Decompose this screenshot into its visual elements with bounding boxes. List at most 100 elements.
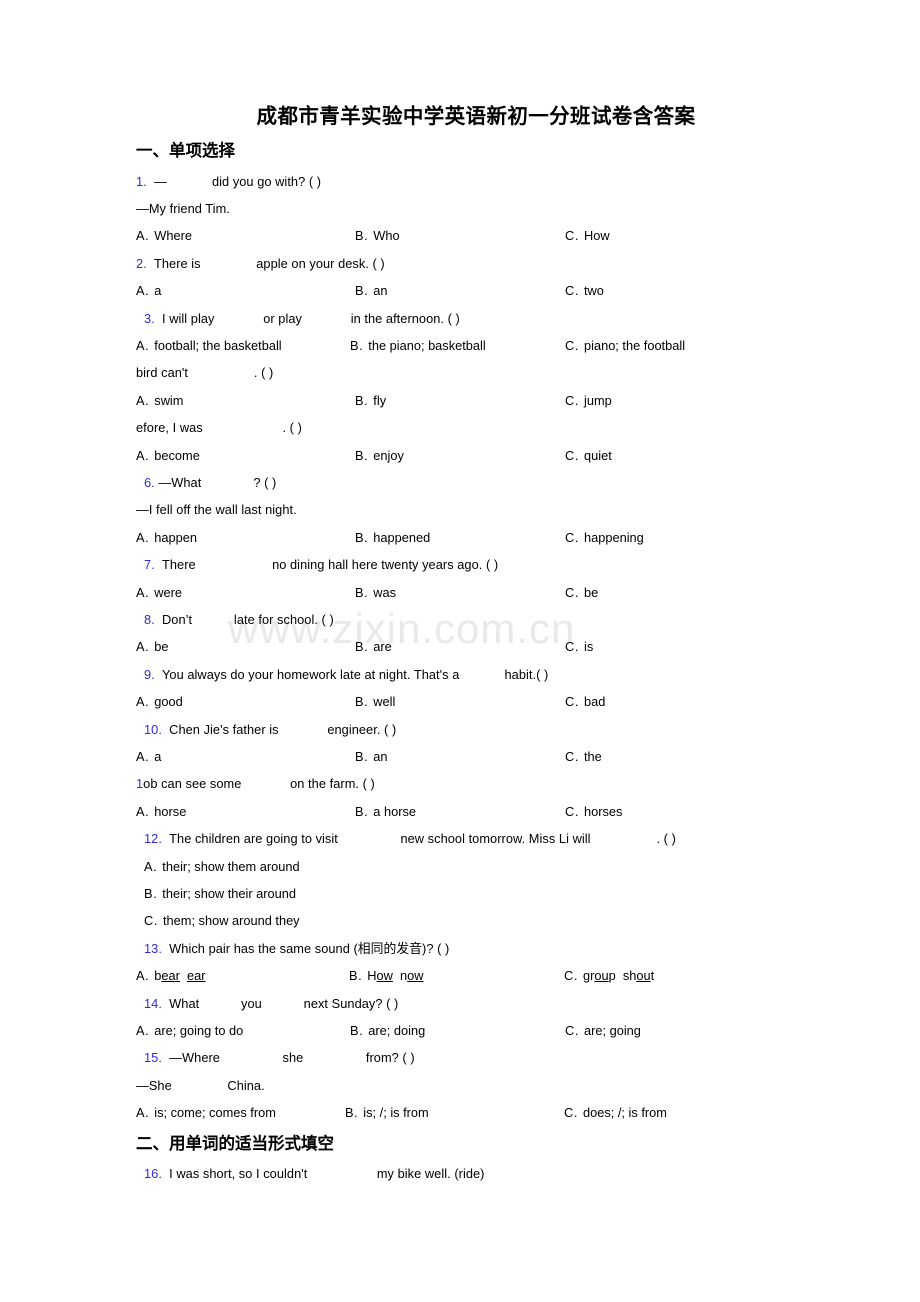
question-13-b-word1-prefix: H xyxy=(367,968,377,984)
question-7-stem: 7. There __________ no dining hall here … xyxy=(136,551,798,578)
question-4-option-a[interactable]: A. swim xyxy=(136,387,183,414)
question-13-option-a[interactable]: A.bear ear______________ xyxy=(136,962,305,989)
question-10-blank: ______ xyxy=(282,722,324,737)
question-14-option-c[interactable]: C. are; going xyxy=(565,1017,641,1044)
question-15-blank-1: ________ xyxy=(224,1050,279,1065)
question-8-option-c[interactable]: C. is xyxy=(565,633,593,660)
question-4-option-b[interactable]: B. fly xyxy=(355,387,386,414)
question-3-option-a[interactable]: A. football; the basketball xyxy=(136,332,282,359)
question-15-stem-pre: —Where xyxy=(169,1050,224,1066)
question-8-option-b[interactable]: B. are xyxy=(355,633,392,660)
question-7-option-c[interactable]: C. be xyxy=(565,579,598,606)
question-13-a-word1-underlined: ear xyxy=(161,968,180,984)
question-1-stem: 1. —______ did you go with? ( ) xyxy=(136,168,798,195)
question-9-option-b[interactable]: B. well xyxy=(355,688,395,715)
question-4-stem-pre: bird can't xyxy=(136,365,192,381)
question-11-stem: 1ob can see some ______ on the farm. ( ) xyxy=(136,770,798,797)
question-12-option-b[interactable]: B. their; show their around xyxy=(136,880,798,907)
question-11-option-c[interactable]: C. horses xyxy=(565,798,622,825)
question-5-stem-post: . ( ) xyxy=(282,420,302,436)
question-12-stem: 12. The children are going to visit ____… xyxy=(136,825,798,852)
question-6-option-a[interactable]: A. happen xyxy=(136,524,197,551)
question-15-number: 15. xyxy=(144,1050,162,1066)
question-1-option-c[interactable]: C. How xyxy=(565,222,610,249)
question-15-stem-mid: she xyxy=(278,1050,307,1066)
question-7-option-a[interactable]: A. were xyxy=(136,579,182,606)
question-6-option-b[interactable]: B. happened xyxy=(355,524,430,551)
question-14-stem: 14. What _____ you _____ next Sunday? ( … xyxy=(136,990,798,1017)
question-11-stem-pre: ob can see some xyxy=(143,776,245,792)
question-10-stem: 10. Chen Jie's father is ______ engineer… xyxy=(136,716,798,743)
question-9-option-a[interactable]: A. good xyxy=(136,688,183,715)
question-12-option-a[interactable]: A. their; show them around xyxy=(136,853,798,880)
question-3-options: A. football; the basketball B. the piano; … xyxy=(136,332,798,359)
question-3-number: 3. xyxy=(144,310,155,326)
question-8-options: A. be B. are C. is xyxy=(136,633,798,660)
question-2-option-b[interactable]: B. an xyxy=(355,277,388,304)
question-13-option-c[interactable]: C. group shout xyxy=(564,962,654,989)
question-15-option-c[interactable]: C. does; /; is from xyxy=(564,1099,667,1126)
question-15-blank-2: ________ xyxy=(307,1050,362,1065)
question-9-options: A. good B. well C. bad xyxy=(136,688,798,715)
question-13-b-word2-underlined: ow xyxy=(407,968,424,984)
question-1-options: A. Where B. Who C. How xyxy=(136,222,798,249)
section-heading-1: 一、单项选择 xyxy=(136,141,235,160)
question-14-stem-mid: you xyxy=(237,995,266,1011)
question-15-answer-post: China. xyxy=(223,1077,265,1093)
question-12-option-c[interactable]: C. them; show around they xyxy=(136,907,798,934)
question-5-option-a[interactable]: A. become xyxy=(136,442,200,469)
question-8-stem-post: late for school. ( ) xyxy=(230,611,334,627)
question-13-c-word2-prefix: sh xyxy=(622,968,637,984)
question-15-option-a[interactable]: A. is; come; comes from xyxy=(136,1099,276,1126)
page-title: 成都市青羊实验中学英语新初一分班试卷含答案 xyxy=(256,106,696,128)
question-6-stem: 6. —What _______? ( ) xyxy=(136,469,798,496)
question-13-options: A.bear ear______________ B.How now______… xyxy=(136,962,798,989)
question-11-option-a[interactable]: A. horse xyxy=(136,798,186,825)
question-5-stem: efore, I was ___________. ( ) xyxy=(136,414,798,441)
question-13-option-b[interactable]: B.How now______________ xyxy=(349,962,523,989)
question-6-answer: —I fell off the wall last night. xyxy=(136,502,297,518)
question-10-stem-post: engineer. ( ) xyxy=(323,721,397,737)
question-10-option-c[interactable]: C. the xyxy=(565,743,602,770)
question-11-option-b[interactable]: B. a horse xyxy=(355,798,416,825)
question-5-option-c[interactable]: C. quiet xyxy=(565,442,612,469)
question-13-c-word2-suffix: t xyxy=(650,968,655,984)
question-9-blank: ______ xyxy=(459,667,501,682)
question-11-stem-post: on the farm. ( ) xyxy=(286,776,375,792)
question-10-number: 10. xyxy=(144,721,162,737)
question-15-option-b[interactable]: B. is; /; is from xyxy=(345,1099,429,1126)
question-1-option-a[interactable]: A. Where xyxy=(136,222,192,249)
question-1-option-b[interactable]: B. Who xyxy=(355,222,400,249)
question-9-option-c[interactable]: C. bad xyxy=(565,688,605,715)
question-3-option-c[interactable]: C. piano; the football xyxy=(565,332,685,359)
question-13-b-word1-underlined: ow xyxy=(376,968,393,984)
question-4-options: A. swim B. fly C. jump xyxy=(136,387,798,414)
question-1-stem-pre: — xyxy=(154,173,167,189)
question-9-stem-post: habit.( ) xyxy=(500,666,549,682)
question-14-number: 14. xyxy=(144,995,162,1011)
question-7-number: 7. xyxy=(144,557,155,573)
question-10-option-a[interactable]: A. a xyxy=(136,743,161,770)
question-2-option-a[interactable]: A. a xyxy=(136,277,161,304)
question-5-stem-pre: efore, I was xyxy=(136,420,207,436)
question-1-stem-post: did you go with? ( ) xyxy=(208,173,322,189)
question-9-number: 9. xyxy=(144,666,155,682)
question-7-option-b[interactable]: B. was xyxy=(355,579,396,606)
question-1-number: 1. xyxy=(136,173,147,189)
question-3-option-b[interactable]: B. the piano; basketball xyxy=(350,332,486,359)
question-5-blank: ___________ xyxy=(206,420,282,435)
question-2-stem-pre: There is xyxy=(154,255,205,271)
question-5-option-b[interactable]: B. enjoy xyxy=(355,442,404,469)
question-2-option-c[interactable]: C. two xyxy=(565,277,604,304)
question-3-blank-1: ______ xyxy=(218,311,260,326)
question-8-option-a[interactable]: A. be xyxy=(136,633,169,660)
question-10-option-b[interactable]: B. an xyxy=(355,743,388,770)
question-6-option-c[interactable]: C. happening xyxy=(565,524,644,551)
question-2-blank: _______ xyxy=(204,256,252,271)
question-14-option-b[interactable]: B. are; doing xyxy=(350,1017,425,1044)
question-6-options: A. happen B. happened C. happening xyxy=(136,524,798,551)
question-11-blank: ______ xyxy=(245,776,287,791)
question-14-option-a[interactable]: A. are; going to do xyxy=(136,1017,243,1044)
question-4-option-c[interactable]: C. jump xyxy=(565,387,612,414)
question-16-stem-post: my bike well. (ride) xyxy=(373,1166,485,1182)
